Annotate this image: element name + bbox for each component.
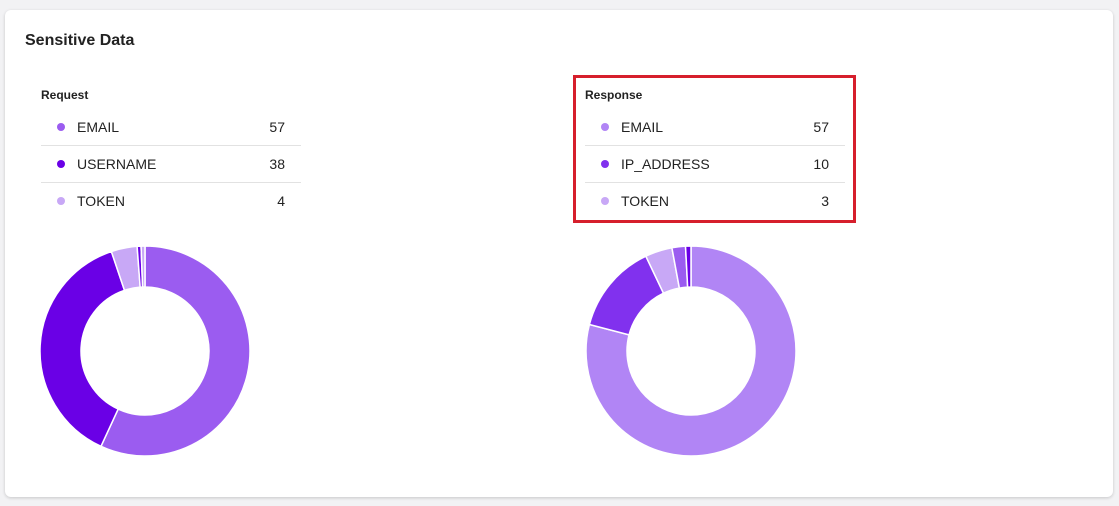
request-panel: Request EMAIL 57 USERNAME 38 TOKEN 4 bbox=[39, 10, 361, 497]
legend-label: IP_ADDRESS bbox=[621, 156, 710, 172]
response-title: Response bbox=[585, 88, 643, 102]
sensitive-data-card: Sensitive Data Request EMAIL 57 USERNAME… bbox=[5, 10, 1113, 497]
legend-dot-icon bbox=[601, 197, 609, 205]
legend-label: TOKEN bbox=[621, 193, 669, 209]
legend-row[interactable]: EMAIL 57 bbox=[585, 109, 845, 146]
response-panel: Response EMAIL 57 IP_ADDRESS 10 TOKEN 3 bbox=[585, 10, 905, 497]
legend-label: EMAIL bbox=[621, 119, 664, 135]
response-donut-chart[interactable] bbox=[585, 245, 797, 457]
legend-label: TOKEN bbox=[77, 193, 125, 209]
legend-dot-icon bbox=[601, 160, 609, 168]
request-donut-chart[interactable] bbox=[39, 245, 251, 457]
legend-row[interactable]: TOKEN 4 bbox=[41, 183, 301, 219]
donut-slice[interactable] bbox=[140, 245, 146, 288]
legend-row[interactable]: USERNAME 38 bbox=[41, 146, 301, 183]
legend-label: EMAIL bbox=[77, 119, 120, 135]
legend-count: 10 bbox=[813, 156, 829, 172]
donut-slice-username[interactable] bbox=[39, 250, 126, 448]
legend-row[interactable]: EMAIL 57 bbox=[41, 109, 301, 146]
legend-label: USERNAME bbox=[77, 156, 157, 172]
legend-dot-icon bbox=[601, 123, 609, 131]
legend-count: 4 bbox=[277, 193, 285, 209]
legend-count: 3 bbox=[821, 193, 829, 209]
request-title: Request bbox=[41, 88, 89, 102]
legend-row[interactable]: TOKEN 3 bbox=[585, 183, 845, 219]
legend-count: 38 bbox=[269, 156, 285, 172]
legend-dot-icon bbox=[57, 160, 65, 168]
legend-dot-icon bbox=[57, 197, 65, 205]
request-legend: EMAIL 57 USERNAME 38 TOKEN 4 bbox=[41, 109, 301, 219]
legend-row[interactable]: IP_ADDRESS 10 bbox=[585, 146, 845, 183]
legend-dot-icon bbox=[57, 123, 65, 131]
legend-count: 57 bbox=[269, 119, 285, 135]
legend-count: 57 bbox=[813, 119, 829, 135]
response-legend: EMAIL 57 IP_ADDRESS 10 TOKEN 3 bbox=[585, 109, 845, 219]
